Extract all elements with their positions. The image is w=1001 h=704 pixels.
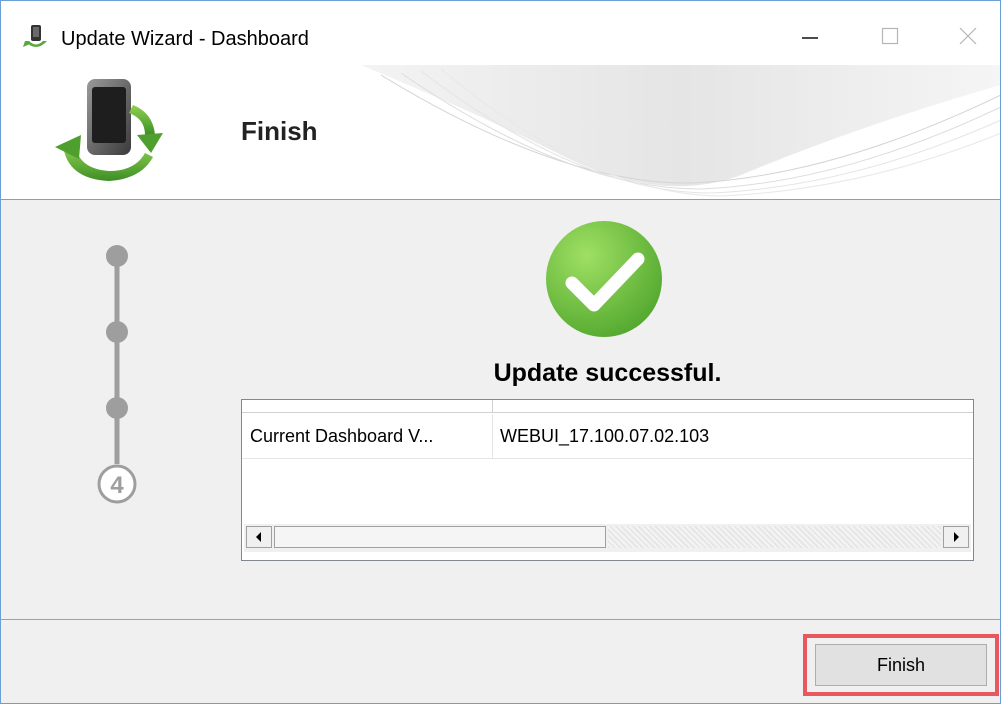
details-table[interactable]: Current Dashboard V... WEBUI_17.100.07.0… bbox=[241, 399, 974, 561]
horizontal-scrollbar[interactable] bbox=[244, 524, 971, 552]
table-row[interactable]: Current Dashboard V... WEBUI_17.100.07.0… bbox=[242, 414, 973, 459]
column-divider[interactable] bbox=[492, 400, 493, 412]
close-icon bbox=[959, 27, 977, 45]
scroll-right-button[interactable] bbox=[943, 526, 969, 548]
checkmark-circle-icon bbox=[546, 221, 662, 337]
phone-download-icon bbox=[23, 25, 47, 47]
table-header bbox=[242, 400, 973, 413]
arrow-right-icon bbox=[954, 532, 959, 542]
step-dot-3 bbox=[106, 397, 128, 419]
page-title: Finish bbox=[241, 116, 318, 146]
title-bar: Update Wizard - Dashboard bbox=[1, 1, 1000, 65]
table-cell-name: Current Dashboard V... bbox=[250, 426, 434, 446]
scroll-left-button[interactable] bbox=[246, 526, 272, 548]
header-banner: Finish bbox=[1, 65, 1000, 199]
decorative-swoosh bbox=[361, 65, 1000, 197]
update-wizard-window: Update Wizard - Dashboard Finish 4 Updat… bbox=[0, 0, 1001, 704]
maximize-icon bbox=[881, 27, 899, 45]
finish-button[interactable]: Finish bbox=[815, 644, 987, 686]
table-cell-value: WEBUI_17.100.07.02.103 bbox=[500, 426, 710, 446]
step-dot-1 bbox=[106, 245, 128, 267]
scroll-track[interactable] bbox=[608, 526, 941, 548]
close-button[interactable] bbox=[945, 13, 991, 59]
minimize-icon bbox=[802, 37, 818, 39]
step-current-label: 4 bbox=[110, 472, 124, 499]
phone-sync-icon bbox=[55, 79, 163, 181]
arrow-left-icon bbox=[256, 532, 261, 542]
minimize-button[interactable] bbox=[787, 13, 833, 59]
window-title: Update Wizard - Dashboard bbox=[61, 28, 309, 50]
column-divider bbox=[492, 414, 493, 458]
step-dot-2 bbox=[106, 321, 128, 343]
scroll-thumb[interactable] bbox=[274, 526, 606, 548]
maximize-button[interactable] bbox=[867, 13, 913, 59]
success-message: Update successful. bbox=[493, 359, 722, 387]
